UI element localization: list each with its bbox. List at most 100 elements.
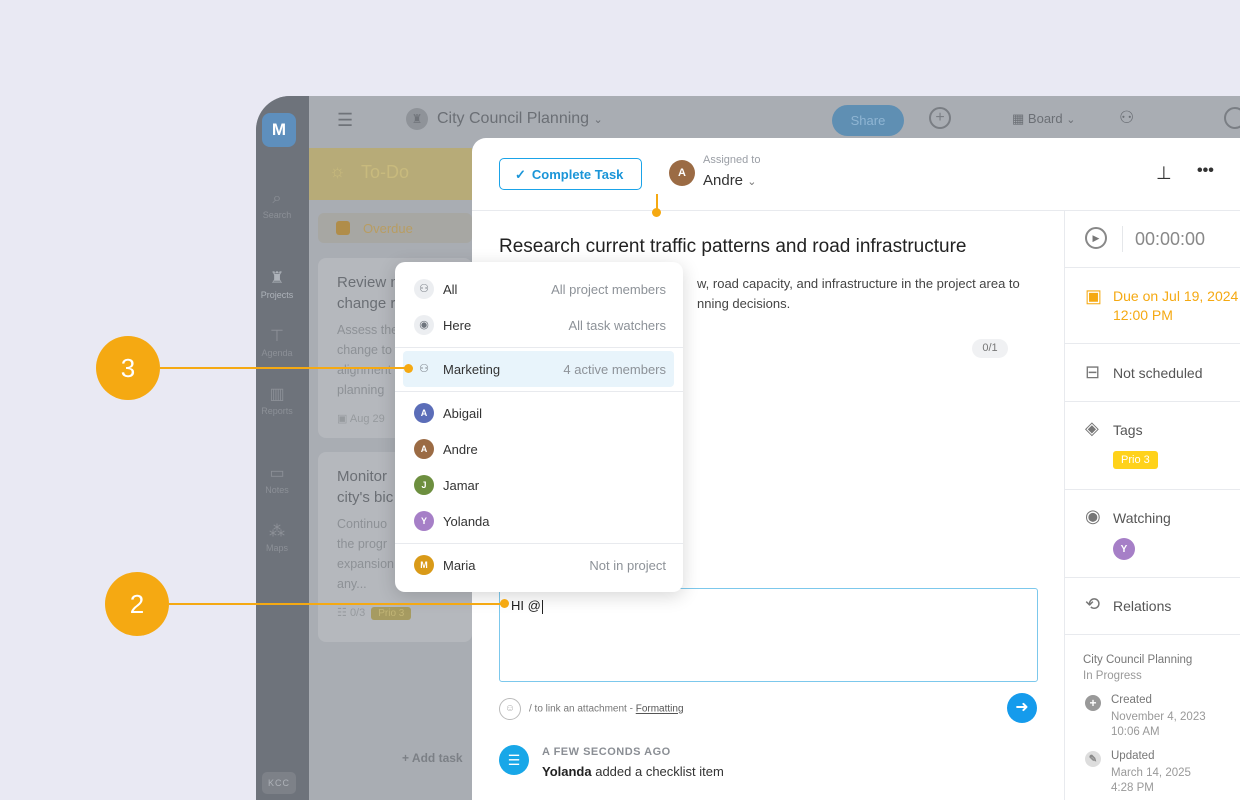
schedule[interactable]: ⊟ Not scheduled: [1065, 344, 1240, 402]
workspace-switcher[interactable]: KCC: [262, 772, 296, 794]
chart-icon: ▥: [269, 386, 285, 403]
column-header: ☼ To-Do: [309, 148, 472, 200]
check-icon: ✓: [515, 167, 526, 182]
avatar: A: [414, 439, 434, 459]
mention-marketing[interactable]: ⚇ Marketing 4 active members: [403, 351, 674, 387]
tag-badge[interactable]: Prio 3: [1113, 451, 1158, 469]
rocket-icon: ♜: [269, 270, 285, 287]
relations-icon: ⟲: [1085, 594, 1101, 614]
chevron-down-icon: ⌄: [747, 176, 757, 188]
timer-icon[interactable]: [1224, 107, 1240, 129]
share-button[interactable]: Share: [832, 105, 904, 136]
nav-search[interactable]: ⌕ Search: [256, 190, 298, 220]
watching-section: ◉ Watching Y: [1065, 490, 1240, 578]
due-date[interactable]: ▣ Due on Jul 19, 2024 12:00 PM: [1065, 268, 1240, 344]
nav-notes[interactable]: ▭ Notes: [256, 463, 298, 495]
callout-dot: [652, 208, 661, 217]
dialog-header: ✓ Complete Task A Assigned to Andre ⌄ ⊥ •…: [472, 138, 1240, 211]
avatar: A: [669, 160, 695, 186]
team-icon: ⚇: [419, 363, 429, 375]
project-title[interactable]: City Council Planning ⌄: [437, 110, 603, 128]
comment-editor[interactable]: HI @: [499, 588, 1038, 682]
project-name[interactable]: City Council Planning: [1083, 654, 1192, 666]
editor-hint: ☺ / to link an attachment - Formatting: [499, 698, 684, 720]
send-button[interactable]: ➜: [1007, 693, 1037, 723]
board-icon: ▦: [1012, 111, 1025, 126]
timer-value: 00:00:00: [1135, 229, 1206, 249]
emoji-icon[interactable]: ☺: [499, 698, 521, 720]
callout-2: 2: [105, 572, 169, 636]
edit-icon: ✎: [1085, 751, 1101, 767]
tags-section: ◈ Tags Prio 3: [1065, 402, 1240, 490]
checklist-add-icon: ☰: [499, 745, 529, 775]
avatar: Y: [414, 511, 434, 531]
calendar-icon: ▣: [1085, 286, 1103, 306]
plus-icon: +: [402, 751, 410, 765]
activity-text: Yolanda added a checklist item: [542, 764, 724, 779]
project-icon: ♜: [406, 108, 428, 130]
callout-dot: [500, 599, 509, 608]
nav-rail: M ⌕ Search ♜ Projects ⊤ Agenda ▥ Reports ▭ No…: [256, 96, 309, 800]
mention-dropdown: ⚇ All All project members ◉ Here All tas…: [395, 262, 683, 592]
task-details-sidebar: ▶ 00:00:00 ▣ Due on Jul 19, 2024 12:00 P…: [1064, 211, 1240, 800]
calendar-icon: [336, 221, 350, 235]
overdue-group[interactable]: Overdue: [318, 213, 472, 243]
add-icon[interactable]: +: [929, 107, 951, 129]
card-meta: ☷ 0/3 Prio 3: [337, 606, 472, 620]
note-icon: ▭: [269, 465, 285, 482]
eye-icon: ◉: [1085, 506, 1101, 526]
hamburger-menu-icon[interactable]: ☰: [337, 110, 353, 131]
mention-member[interactable]: A Andre: [403, 431, 674, 467]
task-title[interactable]: Research current traffic patterns and ro…: [499, 236, 967, 258]
checklist-counter: 0/1: [972, 339, 1008, 358]
task-description[interactable]: w, road capacity, and infrastructure in …: [697, 274, 1020, 314]
relations-section[interactable]: ⟲ Relations: [1065, 578, 1240, 635]
schedule-icon: ⊟: [1085, 362, 1101, 382]
avatar: M: [414, 555, 434, 575]
mention-member[interactable]: Y Yolanda: [403, 503, 674, 539]
avatar[interactable]: Y: [1113, 538, 1135, 560]
callout-dot: [404, 364, 413, 373]
text-caret: [541, 599, 543, 614]
avatar: A: [414, 403, 434, 423]
mention-member[interactable]: A Abigail: [403, 395, 674, 431]
created-icon: +: [1085, 695, 1101, 711]
activity-time: A FEW SECONDS AGO: [542, 746, 671, 758]
top-bar: ☰ ♜ City Council Planning ⌄ Share + ▦ Bo…: [309, 96, 1240, 144]
eye-icon: ◉: [414, 315, 434, 335]
project-status: In Progress: [1083, 670, 1142, 682]
callout-3: 3: [96, 336, 160, 400]
checklist-icon: ☷: [337, 607, 347, 619]
callout-line: [160, 367, 408, 369]
nav-maps[interactable]: ⁂ Maps: [256, 521, 298, 553]
mention-non-member[interactable]: M Maria Not in project: [403, 547, 674, 583]
mention-all[interactable]: ⚇ All All project members: [403, 271, 674, 307]
nav-projects[interactable]: ♜ Projects: [256, 268, 298, 300]
callout-line: [169, 603, 505, 605]
chevron-down-icon: ⌄: [1066, 114, 1076, 126]
lightbulb-icon: ☼: [329, 161, 346, 181]
nav-reports[interactable]: ▥ Reports: [256, 384, 298, 416]
view-selector[interactable]: ▦ Board ⌄: [1012, 111, 1075, 127]
search-icon: ⌕: [272, 190, 282, 207]
prio-tag: Prio 3: [371, 607, 412, 620]
calendar-icon: ▣: [337, 413, 348, 425]
add-task-button[interactable]: + Add task: [402, 751, 463, 765]
avatar: J: [414, 475, 434, 495]
pin-icon[interactable]: ⊥: [1156, 163, 1172, 184]
complete-task-button[interactable]: ✓ Complete Task: [499, 158, 642, 190]
tag-icon: ◈: [1085, 418, 1099, 438]
formatting-link[interactable]: Formatting: [636, 704, 684, 715]
pin-icon: ⊤: [270, 328, 284, 345]
members-icon[interactable]: ⚇: [1119, 108, 1134, 128]
more-icon[interactable]: •••: [1197, 162, 1214, 180]
mindmap-icon: ⁂: [269, 523, 285, 540]
mention-here[interactable]: ◉ Here All task watchers: [403, 307, 674, 343]
app-logo: M: [262, 113, 296, 147]
group-icon: ⚇: [414, 279, 434, 299]
mention-member[interactable]: J Jamar: [403, 467, 674, 503]
nav-agenda[interactable]: ⊤ Agenda: [256, 326, 298, 358]
play-icon[interactable]: ▶: [1085, 227, 1107, 249]
time-tracker: ▶ 00:00:00: [1065, 211, 1240, 268]
chevron-down-icon: ⌄: [593, 114, 603, 126]
